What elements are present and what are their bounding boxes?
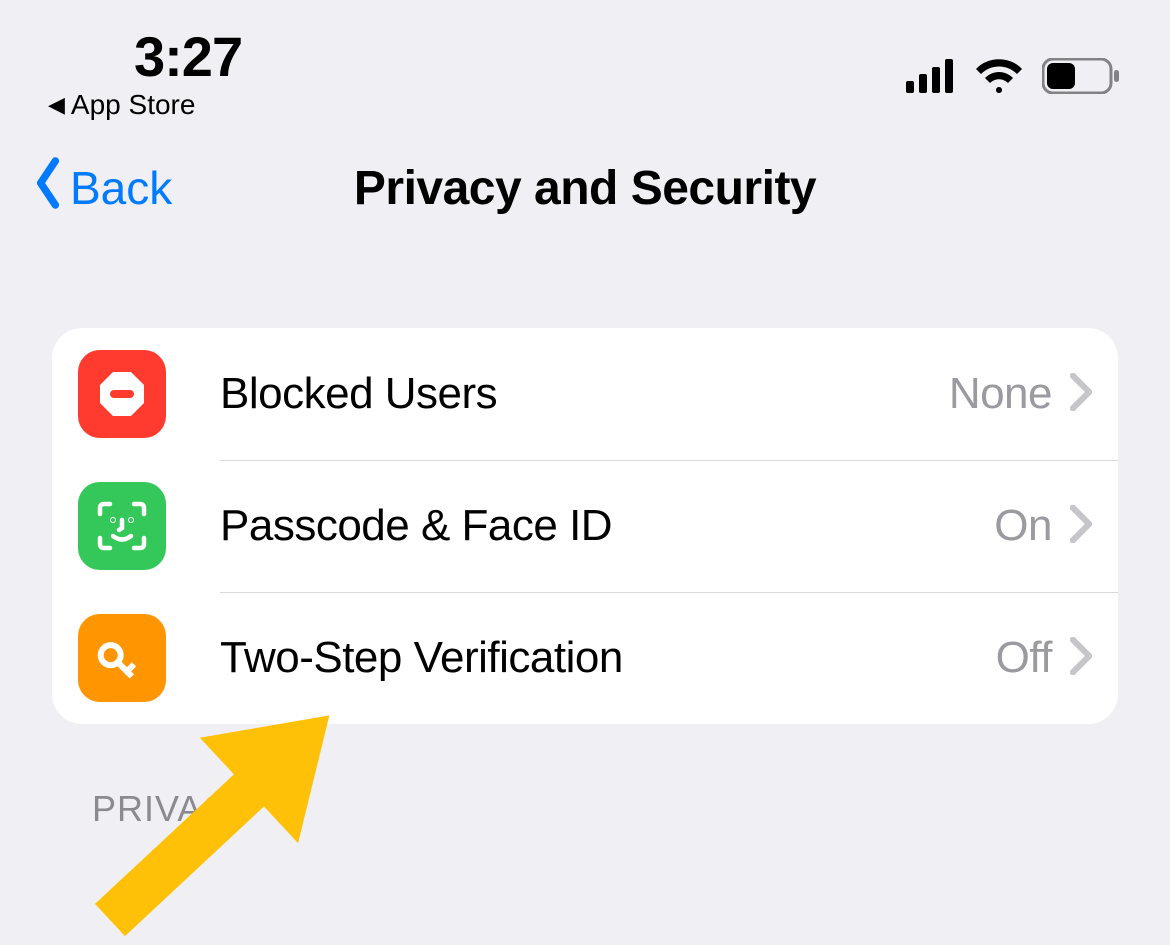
row-value: Off bbox=[996, 633, 1052, 683]
key-icon bbox=[78, 614, 166, 702]
faceid-icon bbox=[78, 482, 166, 570]
status-bar: 3:27 ◀ App Store bbox=[0, 0, 1170, 128]
back-label: Back bbox=[70, 161, 172, 215]
row-label: Two-Step Verification bbox=[220, 633, 996, 683]
row-label: Blocked Users bbox=[220, 369, 949, 419]
row-label: Passcode & Face ID bbox=[220, 501, 994, 551]
return-arrow-icon: ◀ bbox=[48, 92, 65, 118]
status-time: 3:27 bbox=[48, 24, 242, 89]
chevron-left-icon bbox=[30, 156, 66, 221]
row-two-step-verification[interactable]: Two-Step Verification Off bbox=[52, 592, 1118, 724]
row-value: None bbox=[949, 369, 1052, 419]
status-bar-left: 3:27 ◀ App Store bbox=[48, 24, 242, 121]
back-button[interactable]: Back bbox=[30, 156, 172, 221]
chevron-right-icon bbox=[1070, 505, 1092, 548]
return-app-label: App Store bbox=[71, 89, 196, 121]
nav-bar: Back Privacy and Security bbox=[0, 128, 1170, 248]
block-icon bbox=[78, 350, 166, 438]
row-blocked-users[interactable]: Blocked Users None bbox=[52, 328, 1118, 460]
row-value: On bbox=[994, 501, 1052, 551]
chevron-right-icon bbox=[1070, 373, 1092, 416]
cellular-icon bbox=[906, 59, 956, 98]
wifi-icon bbox=[974, 58, 1024, 99]
section-header-privacy: PRIVACY bbox=[92, 788, 1170, 830]
return-to-app[interactable]: ◀ App Store bbox=[48, 89, 195, 121]
battery-icon bbox=[1042, 58, 1120, 99]
row-passcode-faceid[interactable]: Passcode & Face ID On bbox=[52, 460, 1118, 592]
chevron-right-icon bbox=[1070, 637, 1092, 680]
security-group: Blocked Users None Passcode & Face ID On bbox=[52, 328, 1118, 724]
page-title: Privacy and Security bbox=[354, 161, 816, 216]
status-bar-right bbox=[906, 24, 1120, 99]
